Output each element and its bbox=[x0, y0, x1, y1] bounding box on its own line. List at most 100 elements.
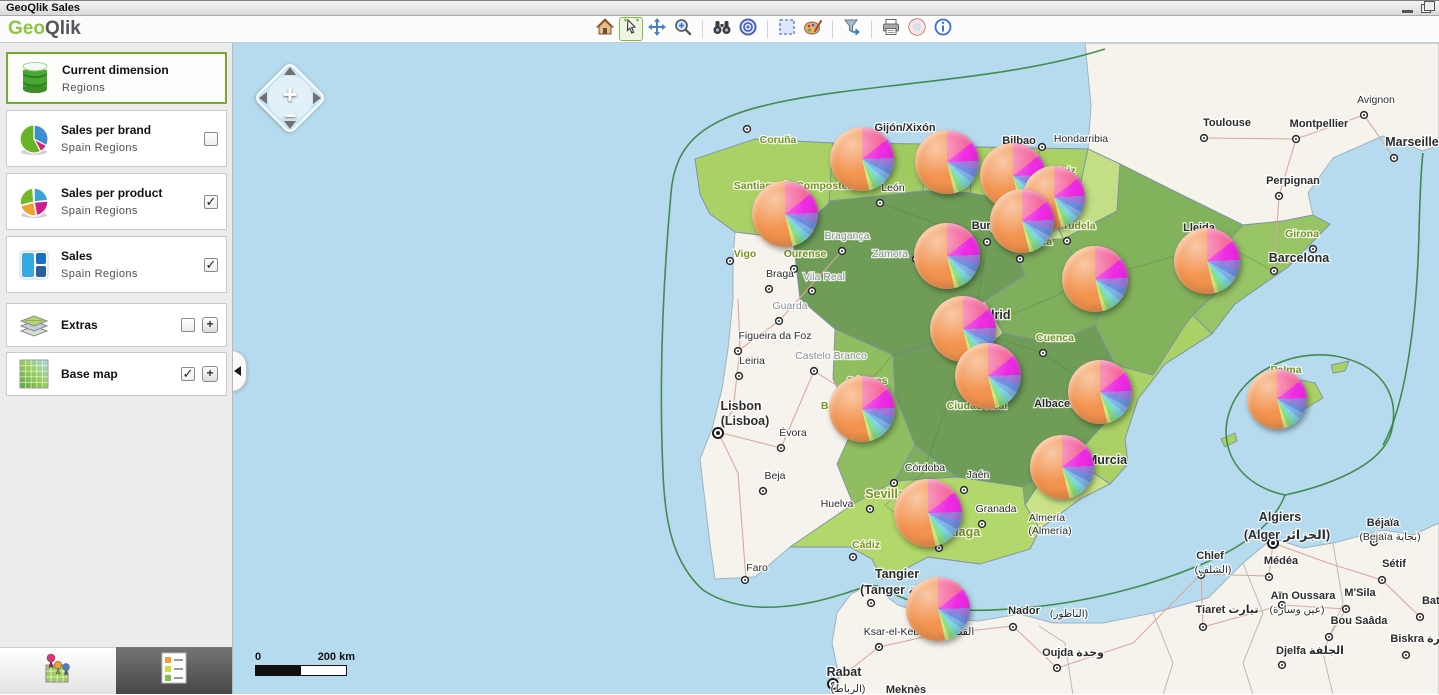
map-label: Toulouse bbox=[1203, 117, 1251, 129]
pan-tool-button[interactable] bbox=[645, 17, 669, 41]
info-icon bbox=[933, 17, 953, 42]
layer-card-sales-per-product[interactable]: Sales per product Spain Regions ✓ bbox=[6, 173, 227, 230]
layer-checkbox[interactable]: ✓ bbox=[204, 258, 218, 272]
current-dimension-card[interactable]: Current dimensionRegions bbox=[6, 52, 227, 104]
target-tool-button[interactable] bbox=[736, 17, 760, 41]
map-label: Perpignan bbox=[1266, 175, 1320, 187]
map-pins-view-button[interactable] bbox=[0, 647, 116, 694]
layer-checkbox[interactable] bbox=[181, 318, 195, 332]
window-titlebar[interactable]: GeoQlik Sales bbox=[0, 0, 1439, 16]
map-label: Zamora bbox=[872, 248, 908, 260]
pie-product-icon bbox=[15, 185, 53, 219]
layer-card-base-map[interactable]: Base map✓+ bbox=[6, 352, 227, 396]
sales-pie-valencia[interactable] bbox=[1068, 360, 1132, 424]
map-label: Jaén bbox=[967, 469, 990, 481]
city-marker bbox=[1054, 665, 1061, 672]
layer-expand-button[interactable]: + bbox=[202, 366, 218, 382]
map-label: Nador bbox=[1008, 605, 1041, 617]
city-marker bbox=[1271, 268, 1278, 275]
city-marker bbox=[1293, 136, 1300, 143]
choropleth-icon bbox=[15, 248, 53, 282]
map-label: Guarda bbox=[772, 300, 807, 312]
home-tool-button[interactable] bbox=[593, 17, 617, 41]
layer-checkbox[interactable] bbox=[204, 132, 218, 146]
layer-title: Sales per product bbox=[61, 186, 198, 200]
city-marker bbox=[766, 286, 773, 293]
legend-view-button[interactable] bbox=[116, 647, 233, 694]
layer-expand-button[interactable]: + bbox=[202, 317, 218, 333]
city-marker bbox=[735, 348, 742, 355]
map-label: Biskra قرة bbox=[1390, 633, 1439, 645]
map-navigation-control[interactable]: + − bbox=[255, 63, 325, 133]
map-label: Figueira da Foz bbox=[739, 330, 812, 342]
city-marker bbox=[1039, 144, 1046, 151]
map-label: Leiria bbox=[739, 355, 765, 367]
city-marker bbox=[877, 200, 884, 207]
map-label: Algiers bbox=[1259, 510, 1301, 524]
layer-title: Extras bbox=[61, 318, 175, 332]
select-rect-tool-button[interactable] bbox=[775, 17, 799, 41]
map-label: Cuenca bbox=[1036, 332, 1074, 344]
restore-icon[interactable] bbox=[1421, 4, 1431, 13]
palette-tool-button[interactable] bbox=[801, 17, 825, 41]
city-marker bbox=[891, 480, 898, 487]
sales-pie-ceuta[interactable] bbox=[906, 577, 970, 641]
filter-tool-button[interactable] bbox=[840, 17, 864, 41]
map-label: Sétif bbox=[1382, 558, 1406, 570]
info-tool-button[interactable] bbox=[931, 17, 955, 41]
map-pins-icon bbox=[40, 651, 76, 692]
map-label: Rabat bbox=[827, 665, 863, 679]
city-marker bbox=[868, 600, 875, 607]
layer-checkbox[interactable]: ✓ bbox=[204, 195, 218, 209]
layer-checkbox[interactable]: ✓ bbox=[181, 367, 195, 381]
map-label: Castelo Branco bbox=[795, 350, 867, 362]
map-label: Barcelona bbox=[1269, 251, 1330, 265]
map-label: M'Sila bbox=[1344, 587, 1376, 599]
pointer-tool-button[interactable] bbox=[619, 17, 643, 41]
map-label: (الشلف) bbox=[1195, 564, 1232, 576]
layer-subtitle: Spain Regions bbox=[61, 142, 198, 154]
map-canvas[interactable]: CoruñaSantiago de CompostelaVigoOurenseG… bbox=[233, 43, 1439, 694]
sales-pie-andalucia[interactable] bbox=[894, 479, 962, 547]
toolbar-separator bbox=[832, 20, 833, 38]
layer-subtitle: Spain Regions bbox=[61, 205, 198, 217]
sales-pie-castilla-y-leon[interactable] bbox=[914, 223, 980, 289]
map-label: (الرباط) bbox=[831, 683, 866, 694]
select-rect-icon bbox=[777, 17, 797, 42]
city-marker bbox=[744, 126, 751, 133]
layer-card-sales-per-brand[interactable]: Sales per brandSpain Regions bbox=[6, 110, 227, 167]
sales-pie-aragon[interactable] bbox=[1062, 246, 1128, 312]
city-marker bbox=[984, 239, 991, 246]
sales-pie-asturias[interactable] bbox=[830, 127, 894, 191]
zoom-tool-button[interactable] bbox=[671, 17, 695, 41]
sales-pie-cantabria[interactable] bbox=[915, 130, 979, 194]
minimize-icon[interactable] bbox=[1402, 10, 1413, 13]
basemap-icon bbox=[15, 358, 53, 390]
map-label: Gijón/Xixón bbox=[874, 122, 935, 134]
scale-end: 200 km bbox=[318, 651, 355, 663]
sales-pie-baleares[interactable] bbox=[1247, 369, 1307, 429]
map-label: Faro bbox=[746, 562, 768, 574]
layer-card-sales[interactable]: SalesSpain Regions✓ bbox=[6, 236, 227, 293]
sales-pie-la-rioja[interactable] bbox=[990, 189, 1054, 253]
chevron-left-icon bbox=[234, 366, 241, 376]
layer-card-extras[interactable]: Extras + bbox=[6, 303, 227, 347]
city-marker bbox=[1403, 652, 1410, 659]
map-label: Montpellier bbox=[1290, 118, 1349, 130]
sales-pie-murcia[interactable] bbox=[1030, 435, 1094, 499]
binoculars-tool-button[interactable] bbox=[710, 17, 734, 41]
toolbar-separator bbox=[702, 20, 703, 38]
printer-tool-button[interactable] bbox=[879, 17, 903, 41]
lifebuoy-tool-button[interactable] bbox=[905, 17, 929, 41]
map-label: León bbox=[881, 182, 905, 194]
legend-icon bbox=[159, 651, 189, 690]
sales-pie-galicia[interactable] bbox=[752, 181, 818, 247]
zoom-out-button[interactable]: − bbox=[255, 105, 325, 127]
map-label: (Bejaïa بجاية) bbox=[1359, 531, 1420, 543]
city-marker bbox=[809, 288, 816, 295]
sales-pie-extremadura[interactable] bbox=[829, 376, 895, 442]
map-label: Lisbon bbox=[721, 399, 762, 413]
sales-pie-cataluna[interactable] bbox=[1174, 228, 1240, 294]
sales-pie-castilla-la-mancha[interactable] bbox=[955, 343, 1021, 409]
toolbar-separator bbox=[871, 20, 872, 38]
